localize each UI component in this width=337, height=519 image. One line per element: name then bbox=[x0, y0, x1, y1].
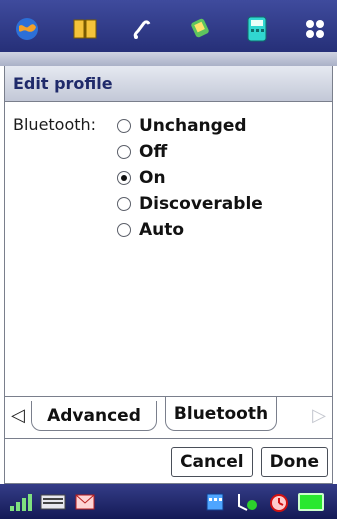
alarm-icon[interactable] bbox=[266, 492, 292, 512]
app-icon-row bbox=[12, 12, 330, 46]
bluetooth-radio-group: Unchanged Off On Discoverable Auto bbox=[117, 114, 263, 242]
dialog-title: Edit profile bbox=[5, 66, 332, 102]
radio-option-off[interactable]: Off bbox=[117, 140, 263, 164]
tab-scroll-left-icon[interactable]: ◁ bbox=[11, 405, 25, 426]
calendar-icon[interactable] bbox=[202, 492, 228, 512]
radio-option-label: Discoverable bbox=[139, 194, 263, 214]
keyboard-icon[interactable] bbox=[40, 492, 66, 512]
radio-option-auto[interactable]: Auto bbox=[117, 218, 263, 242]
radio-option-label: Auto bbox=[139, 220, 185, 240]
radio-option-label: Off bbox=[139, 142, 168, 162]
phone-icon[interactable] bbox=[127, 14, 157, 44]
messaging-icon[interactable] bbox=[185, 14, 215, 44]
radio-option-discoverable[interactable]: Discoverable bbox=[117, 192, 263, 216]
radio-button[interactable] bbox=[117, 119, 131, 133]
radio-option-on[interactable]: On bbox=[117, 166, 263, 190]
dialog-buttons: Cancel Done bbox=[5, 438, 332, 484]
tab-advanced[interactable]: Advanced bbox=[31, 401, 157, 431]
radio-button[interactable] bbox=[117, 145, 131, 159]
radio-option-label: Unchanged bbox=[139, 116, 247, 136]
battery-icon bbox=[298, 492, 324, 512]
radio-button[interactable] bbox=[117, 197, 131, 211]
status-bar bbox=[0, 484, 337, 519]
radio-button-selected[interactable] bbox=[117, 171, 131, 185]
radio-option-label: On bbox=[139, 168, 166, 188]
calculator-icon[interactable] bbox=[242, 14, 272, 44]
signal-icon bbox=[8, 492, 34, 512]
radio-option-unchanged[interactable]: Unchanged bbox=[117, 114, 263, 138]
bluetooth-field-label: Bluetooth: bbox=[13, 115, 97, 134]
cancel-button[interactable]: Cancel bbox=[171, 446, 253, 477]
radio-button[interactable] bbox=[117, 223, 131, 237]
globe-icon[interactable] bbox=[12, 14, 42, 44]
tab-bluetooth[interactable]: Bluetooth bbox=[165, 397, 277, 431]
done-button[interactable]: Done bbox=[260, 446, 328, 477]
background-window-strip bbox=[0, 52, 337, 66]
app-launcher-bar bbox=[0, 0, 337, 66]
book-icon[interactable] bbox=[70, 14, 100, 44]
mail-icon[interactable] bbox=[72, 492, 98, 512]
apps-grid-icon[interactable] bbox=[300, 14, 330, 44]
bluetooth-setting: Bluetooth: Unchanged Off On Discoverable bbox=[13, 114, 323, 242]
tab-bar: ◁ Advanced Bluetooth ▷ bbox=[5, 396, 332, 439]
connection-icon[interactable] bbox=[234, 492, 260, 512]
edit-profile-dialog: Edit profile Bluetooth: Unchanged Off On bbox=[4, 66, 333, 484]
tab-scroll-right-icon[interactable]: ▷ bbox=[312, 405, 326, 426]
